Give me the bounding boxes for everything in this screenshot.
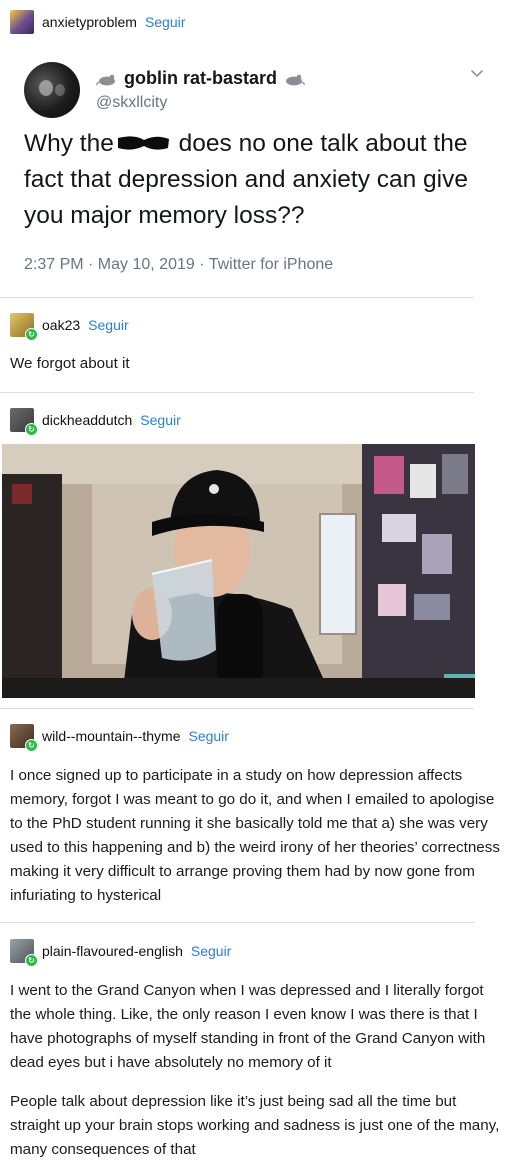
username[interactable]: oak23: [42, 317, 80, 333]
chevron-down-icon[interactable]: [470, 66, 484, 80]
follow-button[interactable]: Seguir: [188, 728, 228, 744]
tweet-handle[interactable]: @skxllcity: [96, 94, 167, 112]
post-header: ↻ dickheaddutch Seguir: [10, 408, 181, 436]
reblog-badge-icon: ↻: [25, 423, 38, 436]
avatar[interactable]: [10, 10, 34, 34]
follow-button[interactable]: Seguir: [140, 412, 180, 428]
reblog-badge-icon: ↻: [25, 739, 38, 752]
post-header: anxietyproblem Seguir: [10, 10, 185, 34]
username[interactable]: wild--mountain--thyme: [42, 728, 180, 744]
divider: [0, 922, 474, 923]
tweet-timestamp[interactable]: 2:37 PM · May 10, 2019 · Twitter for iPh…: [24, 256, 333, 274]
reblog-badge-icon: ↻: [25, 328, 38, 341]
embedded-tweet: goblin rat-bastard @skxllcity Why the do…: [0, 44, 509, 298]
tweet-display-name-text: goblin rat-bastard: [124, 68, 278, 88]
post-text: I once signed up to participate in a stu…: [10, 767, 500, 904]
post-header: ↻ wild--mountain--thyme Seguir: [10, 724, 229, 752]
post-paragraph: I went to the Grand Canyon when I was de…: [10, 982, 486, 1071]
username[interactable]: dickheaddutch: [42, 412, 132, 428]
post-paragraph: People talk about depression like it’s j…: [10, 1093, 500, 1158]
post-header: ↻ oak23 Seguir: [10, 313, 129, 341]
reblog-badge-icon: ↻: [25, 954, 38, 967]
follow-button[interactable]: Seguir: [88, 317, 128, 333]
tweet-display-name[interactable]: goblin rat-bastard: [96, 68, 305, 89]
divider: [0, 708, 474, 709]
post-image[interactable]: [2, 444, 475, 698]
censor-scribble: [117, 136, 169, 150]
divider: [0, 392, 474, 393]
divider: [0, 297, 474, 298]
avatar[interactable]: ↻: [10, 313, 38, 341]
post-header: ↻ plain-flavoured-english Seguir: [10, 939, 231, 967]
follow-button[interactable]: Seguir: [191, 943, 231, 959]
avatar[interactable]: ↻: [10, 724, 38, 752]
tweet-avatar[interactable]: [24, 62, 80, 118]
rat-icon: [96, 74, 115, 85]
post-text: We forgot about it: [10, 355, 130, 372]
follow-button[interactable]: Seguir: [145, 14, 185, 30]
rat-icon: [286, 74, 305, 85]
avatar[interactable]: ↻: [10, 939, 38, 967]
tweet-text-start: Why the: [24, 130, 114, 157]
username[interactable]: plain-flavoured-english: [42, 943, 183, 959]
avatar[interactable]: ↻: [10, 408, 38, 436]
tweet-text: Why the does no one talk about the fact …: [24, 126, 484, 234]
username[interactable]: anxietyproblem: [42, 14, 137, 30]
